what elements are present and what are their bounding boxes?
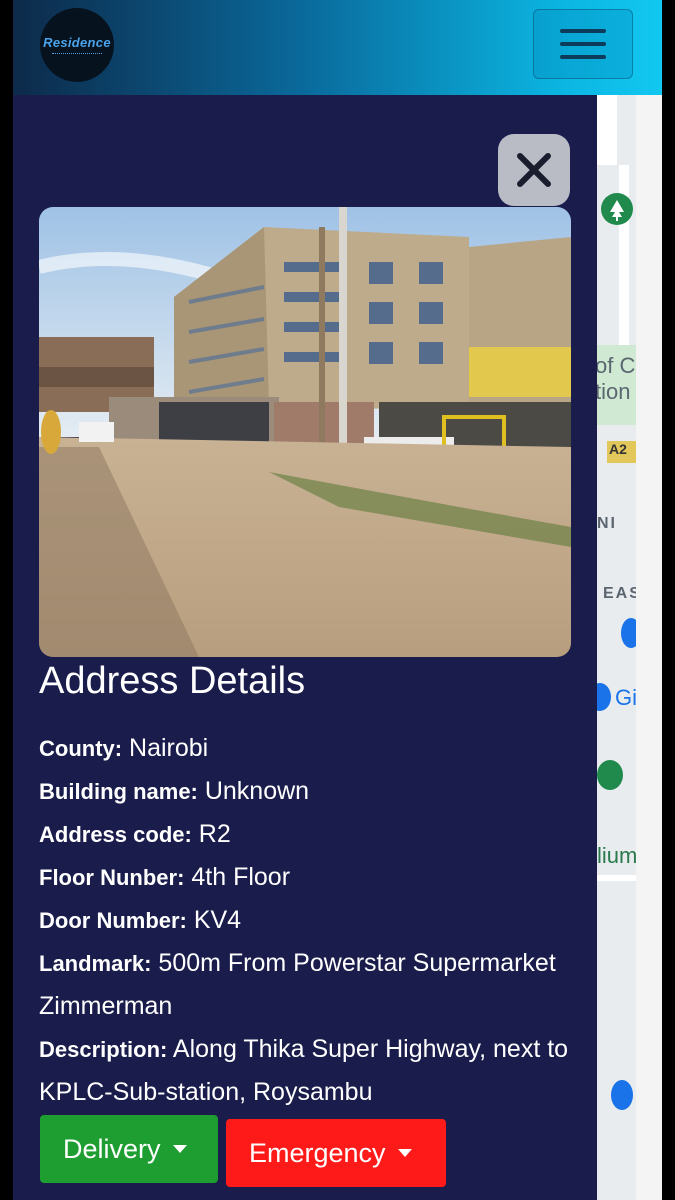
highway-label: A2 bbox=[609, 441, 627, 457]
detail-label: Building name: bbox=[39, 779, 198, 804]
page-edge bbox=[636, 95, 662, 1200]
section-title: Address Details bbox=[39, 660, 306, 702]
detail-value: KV4 bbox=[186, 906, 242, 934]
hamburger-menu-icon-bar bbox=[560, 55, 606, 59]
delivery-dropdown-button[interactable]: Delivery bbox=[40, 1115, 218, 1183]
building-photo bbox=[39, 207, 571, 657]
emergency-button-label: Emergency bbox=[249, 1137, 386, 1168]
detail-label: Address code: bbox=[39, 822, 192, 847]
address-details-list: County: Nairobi Building name: Unknown A… bbox=[39, 727, 579, 1114]
detail-label: County: bbox=[39, 736, 123, 761]
caret-down-icon bbox=[172, 1145, 187, 1153]
detail-county: County: Nairobi bbox=[39, 727, 579, 770]
map-label: tion bbox=[597, 379, 631, 404]
hamburger-menu-icon-bar bbox=[560, 29, 606, 33]
highway-shield: A2 bbox=[607, 441, 636, 463]
close-button[interactable] bbox=[498, 134, 570, 206]
map-label: NI bbox=[597, 515, 617, 532]
park-marker-icon[interactable] bbox=[601, 193, 633, 225]
caret-down-icon bbox=[397, 1149, 412, 1157]
address-details-modal: Address Details County: Nairobi Building… bbox=[13, 95, 597, 1200]
detail-label: Landmark: bbox=[39, 951, 152, 976]
map-road bbox=[597, 95, 617, 165]
logo-text: Residence bbox=[43, 34, 111, 50]
brand-logo[interactable]: Residence bbox=[40, 8, 114, 82]
detail-value: R2 bbox=[191, 820, 231, 848]
map-road bbox=[597, 875, 636, 881]
background-map[interactable]: of C tion A2 NI EAS Gi lium bbox=[597, 95, 636, 1200]
detail-value: Unknown bbox=[197, 777, 310, 805]
logo-underline bbox=[52, 52, 102, 56]
map-label: lium bbox=[597, 843, 636, 868]
map-label: EAS bbox=[603, 585, 636, 602]
detail-door-number: Door Number: KV4 bbox=[39, 899, 579, 942]
detail-value: 4th Floor bbox=[184, 863, 291, 891]
close-icon bbox=[517, 153, 551, 187]
hamburger-menu-icon-bar bbox=[560, 42, 606, 46]
detail-label: Door Number: bbox=[39, 908, 187, 933]
delivery-button-label: Delivery bbox=[63, 1133, 161, 1164]
detail-description: Description: Along Thika Super Highway, … bbox=[39, 1028, 579, 1114]
map-pin-icon[interactable] bbox=[597, 683, 611, 711]
map-pin-icon[interactable] bbox=[621, 618, 636, 648]
detail-label: Floor Nunber: bbox=[39, 865, 185, 890]
emergency-dropdown-button[interactable]: Emergency bbox=[226, 1119, 446, 1187]
map-pin-icon[interactable] bbox=[611, 1080, 633, 1110]
map-label: of C bbox=[597, 353, 636, 378]
detail-floor-number: Floor Nunber: 4th Floor bbox=[39, 856, 579, 899]
top-navbar: Residence bbox=[13, 0, 662, 95]
detail-landmark: Landmark: 500m From Powerstar Supermarke… bbox=[39, 942, 579, 1028]
map-label: Gi bbox=[615, 685, 636, 710]
map-place-icon[interactable] bbox=[597, 760, 623, 790]
detail-label: Description: bbox=[39, 1037, 168, 1062]
detail-value: Nairobi bbox=[122, 734, 209, 762]
hamburger-menu-button[interactable] bbox=[533, 9, 633, 79]
detail-address-code: Address code: R2 bbox=[39, 813, 579, 856]
detail-building-name: Building name: Unknown bbox=[39, 770, 579, 813]
